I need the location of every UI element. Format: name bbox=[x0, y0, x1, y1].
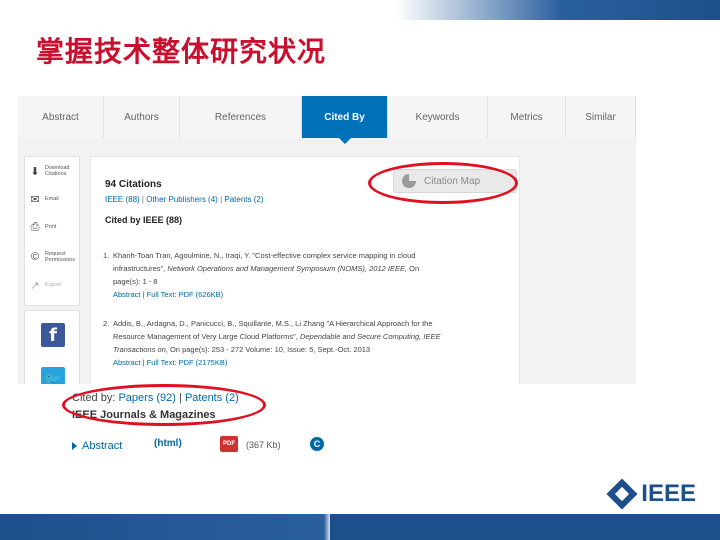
social-share: f 🐦 bbox=[24, 310, 80, 384]
tab-authors[interactable]: Authors bbox=[104, 96, 180, 138]
article-tabs: Abstract Authors References Cited By Key… bbox=[18, 96, 636, 144]
copyright-icon[interactable]: C bbox=[310, 437, 324, 451]
export-button[interactable]: ↗ Export bbox=[29, 273, 79, 297]
slide-title: 掌握技术整体研究状况 bbox=[36, 35, 327, 68]
export-icon: ↗ bbox=[30, 279, 40, 292]
permissions-icon: © bbox=[30, 251, 40, 263]
ieee-logo: IEEE bbox=[606, 478, 696, 510]
bottom-banner bbox=[0, 514, 720, 540]
tab-abstract[interactable]: Abstract bbox=[18, 96, 104, 138]
citation-count: 94 Citations bbox=[105, 179, 162, 190]
citation-item: 2. Addis, B., Ardagna, D., Panicucci, B.… bbox=[103, 317, 513, 369]
twitter-icon[interactable]: 🐦 bbox=[41, 367, 65, 384]
ieee-citations-link[interactable]: IEEE (88) bbox=[105, 195, 140, 204]
citation-map-highlight bbox=[368, 162, 518, 204]
tab-cited-by[interactable]: Cited By bbox=[302, 96, 388, 144]
tab-keywords[interactable]: Keywords bbox=[388, 96, 488, 138]
article-tools: ⬇ Download Citations ✉ Email ⎙ Print © R… bbox=[24, 156, 80, 306]
patents-link[interactable]: Patents (2) bbox=[224, 195, 263, 204]
pdf-icon[interactable]: PDF bbox=[220, 436, 238, 452]
print-button[interactable]: ⎙ Print bbox=[29, 215, 79, 239]
top-banner bbox=[0, 0, 720, 20]
ieee-diamond-icon bbox=[606, 478, 638, 510]
download-icon: ⬇ bbox=[30, 165, 40, 178]
citation-links[interactable]: Abstract | Full Text: PDF (2175KB) bbox=[113, 356, 513, 369]
cited-by-highlight bbox=[62, 384, 266, 426]
citation-sources: IEEE (88) | Other Publishers (4) | Paten… bbox=[105, 195, 264, 204]
facebook-icon[interactable]: f bbox=[41, 323, 65, 347]
html-link[interactable]: (html) bbox=[154, 438, 182, 449]
download-citations-button[interactable]: ⬇ Download Citations bbox=[29, 159, 79, 183]
tab-metrics[interactable]: Metrics bbox=[488, 96, 566, 138]
print-icon: ⎙ bbox=[30, 220, 40, 233]
pdf-size: (367 Kb) bbox=[246, 440, 281, 450]
email-button[interactable]: ✉ Email bbox=[29, 187, 79, 211]
email-icon: ✉ bbox=[30, 193, 40, 206]
section-title: Cited by IEEE (88) bbox=[105, 215, 183, 225]
other-publishers-link[interactable]: Other Publishers (4) bbox=[146, 195, 218, 204]
abstract-link[interactable]: Abstract bbox=[72, 440, 122, 452]
citation-links[interactable]: Abstract | Full Text: PDF (626KB) bbox=[113, 288, 513, 301]
request-permissions-button[interactable]: © Request Permissions bbox=[29, 245, 79, 269]
triangle-right-icon bbox=[72, 442, 77, 450]
citation-item: 1. Khanh-Toan Tran, Agoulmine, N., Iraqi… bbox=[103, 249, 513, 301]
xplore-screenshot: Abstract Authors References Cited By Key… bbox=[18, 96, 636, 384]
tab-similar[interactable]: Similar bbox=[566, 96, 636, 138]
tab-references[interactable]: References bbox=[180, 96, 302, 138]
